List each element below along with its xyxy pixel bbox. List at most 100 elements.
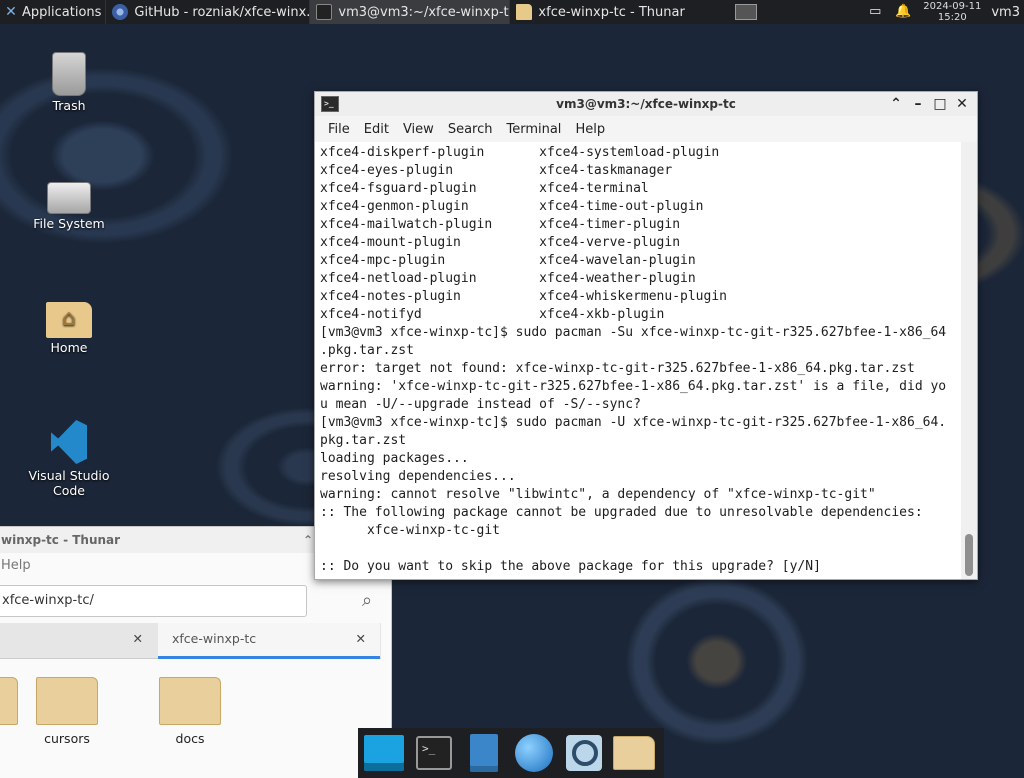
- maximize-button[interactable]: □: [929, 96, 951, 112]
- terminal-line: xfce4-mount-plugin xfce4-verve-plugin: [320, 235, 681, 250]
- folder-item-cursors[interactable]: cursors: [17, 677, 117, 746]
- terminal-line: xfce4-fsguard-plugin xfce4-terminal: [320, 181, 649, 196]
- trash-icon: [52, 52, 86, 96]
- folder-item-docs[interactable]: docs: [140, 677, 240, 746]
- tab-xfce-winxp-tc[interactable]: xfce-winxp-tc ✕: [158, 623, 380, 659]
- system-tray: ▭ 🔔 2024-09-11 15:20 vm3: [861, 0, 1024, 24]
- hard-drive-icon: [47, 182, 91, 214]
- terminal-window: >_ vm3@vm3:~/xfce-winxp-tc ⌃ – □ ✕ File …: [314, 91, 978, 580]
- folder-label: cursors: [44, 731, 90, 746]
- desktop-icon-vscode[interactable]: Visual Studio Code: [24, 418, 114, 498]
- menu-edit[interactable]: Edit: [357, 122, 396, 137]
- tab-inactive[interactable]: ✕: [0, 623, 157, 659]
- applications-menu-button[interactable]: ✕ Applications: [0, 0, 105, 24]
- terminal-line: [vm3@vm3 xfce-winxp-tc]$ sudo pacman -Su…: [320, 325, 947, 340]
- terminal-line: .pkg.tar.zst: [320, 343, 414, 358]
- taskbar-item-label: xfce-winxp-tc - Thunar: [538, 4, 685, 20]
- terminal-line: pkg.tar.zst: [320, 433, 407, 448]
- clock-time: 15:20: [937, 12, 967, 23]
- folder-icon: [36, 677, 98, 725]
- home-folder-icon: [46, 302, 92, 338]
- desktop-icon-file-system[interactable]: File System: [24, 172, 114, 231]
- xfce-logo-icon: ✕: [5, 4, 17, 20]
- menu-help[interactable]: Help: [568, 122, 612, 137]
- dock-terminal[interactable]: >_: [412, 731, 456, 775]
- terminal-icon: >_: [321, 96, 339, 112]
- clock-date: 2024-09-11: [923, 1, 982, 12]
- terminal-line: warning: cannot resolve "libwintc", a de…: [320, 487, 876, 502]
- show-desktop-icon: [364, 735, 404, 771]
- terminal-line: error: target not found: xfce-winxp-tc-g…: [320, 361, 915, 376]
- terminal-line: loading packages...: [320, 451, 469, 466]
- vscode-icon: [45, 418, 93, 466]
- terminal-title-bar[interactable]: >_ vm3@vm3:~/xfce-winxp-tc ⌃ – □ ✕: [315, 92, 977, 116]
- terminal-line: [vm3@vm3 xfce-winxp-tc]$ sudo pacman -U …: [320, 415, 947, 430]
- dock: >_: [358, 728, 664, 778]
- terminal-line: u mean -U/--upgrade instead of -S/--sync…: [320, 397, 641, 412]
- menu-search[interactable]: Search: [441, 122, 500, 137]
- chevron-up-icon[interactable]: ⌃: [885, 96, 907, 112]
- chevron-up-icon[interactable]: ⌃: [303, 527, 313, 553]
- app-finder-icon: [566, 735, 602, 771]
- desktop-icon-trash[interactable]: Trash: [24, 52, 114, 113]
- terminal-scrollbar[interactable]: [961, 142, 977, 579]
- dock-show-desktop[interactable]: [362, 731, 406, 775]
- desktop-icon-label: Home: [50, 340, 88, 355]
- browser-icon: [112, 4, 129, 20]
- desktop-icon-home[interactable]: Home: [24, 296, 114, 355]
- taskbar-item-browser[interactable]: GitHub - rozniak/xfce-winx...: [105, 0, 309, 24]
- menu-file[interactable]: File: [321, 122, 357, 137]
- terminal-icon: [316, 4, 333, 20]
- dock-app-finder[interactable]: [562, 731, 606, 775]
- folder-icon: [0, 677, 18, 725]
- terminal-output[interactable]: xfce4-diskperf-plugin xfce4-systemload-p…: [315, 142, 961, 579]
- file-manager-icon: [470, 734, 498, 772]
- close-icon[interactable]: ✕: [356, 623, 366, 655]
- close-button[interactable]: ✕: [951, 96, 973, 112]
- desktop-icon-label: Trash: [52, 98, 86, 113]
- terminal-line: xfce4-notes-plugin xfce4-whiskermenu-plu…: [320, 289, 727, 304]
- terminal-line: warning: 'xfce-winxp-tc-git-r325.627bfee…: [320, 379, 947, 394]
- terminal-line: xfce4-genmon-plugin xfce4-time-out-plugi…: [320, 199, 704, 214]
- dock-web-browser[interactable]: [512, 731, 556, 775]
- terminal-line: xfce-winxp-tc-git: [320, 523, 501, 538]
- folder-icon: [516, 4, 533, 20]
- menu-terminal[interactable]: Terminal: [499, 122, 568, 137]
- terminal-line: :: Do you want to skip the above package…: [320, 559, 821, 574]
- dock-home-folder[interactable]: [612, 731, 656, 775]
- scrollbar-thumb[interactable]: [965, 534, 973, 576]
- terminal-title: vm3@vm3:~/xfce-winxp-tc: [556, 97, 736, 111]
- location-field[interactable]: xfce-winxp-tc/: [0, 585, 307, 617]
- search-icon[interactable]: ⌕: [353, 587, 381, 615]
- notification-bell-icon[interactable]: 🔔: [895, 4, 911, 20]
- terminal-line: xfce4-mailwatch-plugin xfce4-timer-plugi…: [320, 217, 681, 232]
- terminal-menu-bar: File Edit View Search Terminal Help: [315, 116, 977, 142]
- minimize-button[interactable]: –: [907, 96, 929, 112]
- web-browser-icon: [515, 734, 553, 772]
- terminal-line: resolving dependencies...: [320, 469, 516, 484]
- thunar-title: winxp-tc - Thunar: [1, 533, 121, 547]
- taskbar-item-thunar[interactable]: xfce-winxp-tc - Thunar: [509, 0, 705, 24]
- close-icon[interactable]: ✕: [133, 623, 143, 655]
- user-menu[interactable]: vm3: [991, 5, 1024, 20]
- terminal-line: xfce4-eyes-plugin xfce4-taskmanager: [320, 163, 673, 178]
- taskbar-item-label: vm3@vm3:~/xfce-winxp-tc: [338, 4, 510, 20]
- taskbar-item-label: GitHub - rozniak/xfce-winx...: [134, 4, 310, 20]
- clock[interactable]: 2024-09-11 15:20: [923, 1, 981, 23]
- terminal-line: xfce4-diskperf-plugin xfce4-systemload-p…: [320, 145, 720, 160]
- terminal-line: :: The following package cannot be upgra…: [320, 505, 923, 520]
- folder-label: docs: [175, 731, 205, 746]
- menu-view[interactable]: View: [396, 122, 441, 137]
- thunar-tabs: ✕ xfce-winxp-tc ✕: [0, 623, 381, 659]
- battery-icon[interactable]: ▭: [867, 4, 883, 20]
- tab-label: xfce-winxp-tc: [172, 631, 257, 646]
- desktop-icon-label: File System: [33, 216, 105, 231]
- desktop-icon-label: Visual Studio Code: [28, 468, 110, 498]
- top-panel: ✕ Applications GitHub - rozniak/xfce-win…: [0, 0, 1024, 24]
- dock-file-manager[interactable]: [462, 731, 506, 775]
- folder-icon: [159, 677, 221, 725]
- terminal-line: xfce4-mpc-plugin xfce4-wavelan-plugin: [320, 253, 696, 268]
- taskbar-item-terminal[interactable]: vm3@vm3:~/xfce-winxp-tc: [309, 0, 510, 24]
- workspace-switcher[interactable]: [735, 4, 758, 20]
